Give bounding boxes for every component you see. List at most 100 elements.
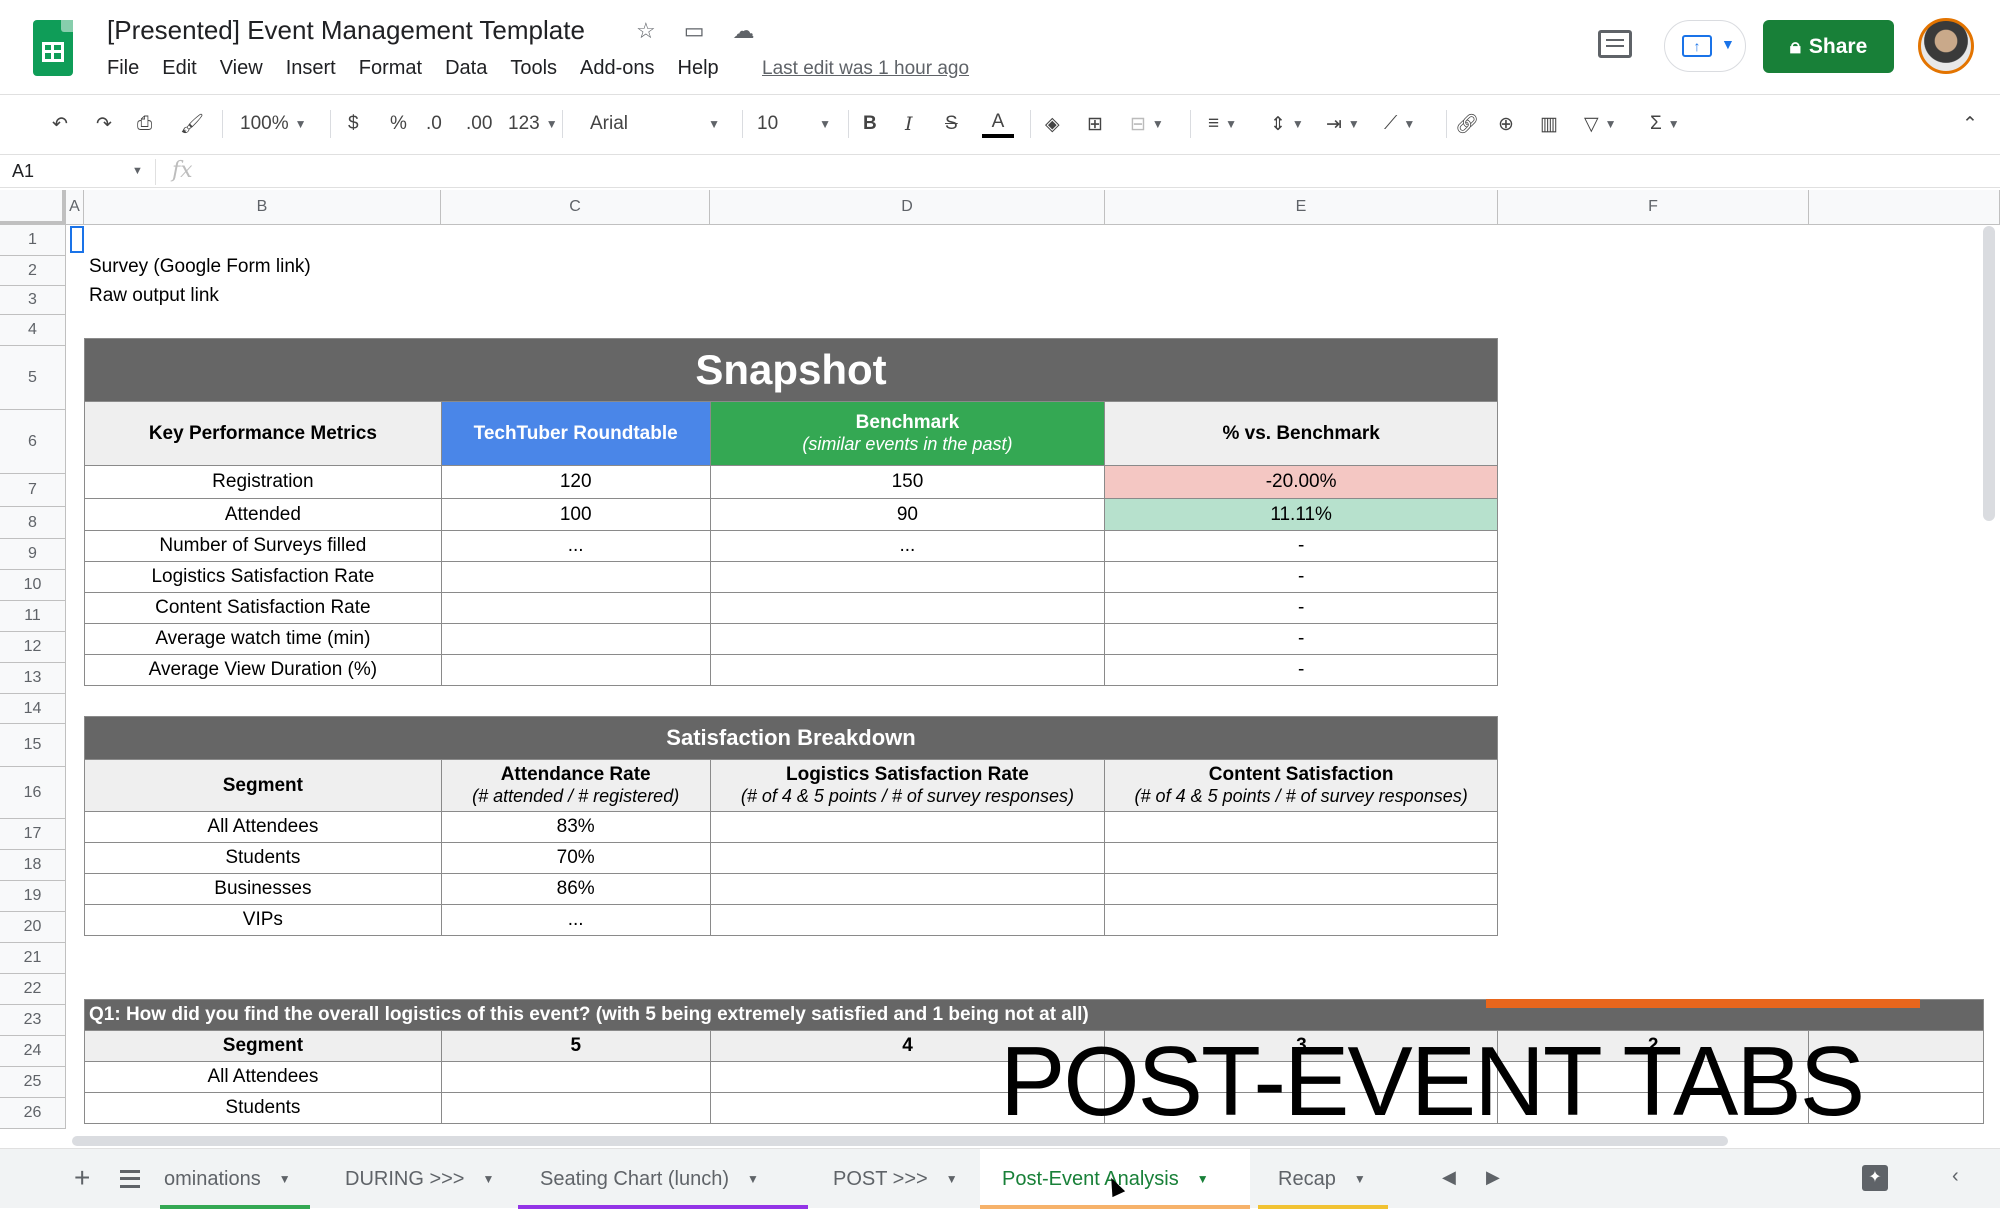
add-sheet-icon[interactable]: + bbox=[74, 1162, 90, 1194]
present-button[interactable]: ↑ ▼ bbox=[1664, 20, 1746, 72]
pct-cell[interactable]: - bbox=[1104, 592, 1498, 624]
metric-cell[interactable]: Content Satisfaction Rate bbox=[84, 592, 442, 624]
logistics-cell[interactable] bbox=[709, 811, 1106, 843]
pct-cell[interactable]: -20.00% bbox=[1104, 465, 1498, 499]
horizontal-align-icon[interactable]: ≡ ▼ bbox=[1208, 110, 1237, 138]
share-button[interactable]: 🔒︎ Share bbox=[1763, 20, 1894, 73]
percent-format-button[interactable]: % bbox=[390, 110, 407, 138]
benchmark-cell[interactable] bbox=[709, 561, 1106, 593]
cloud-status-icon[interactable]: ☁ bbox=[733, 18, 755, 44]
select-all-corner[interactable] bbox=[0, 190, 66, 225]
metric-cell[interactable]: Average watch time (min) bbox=[84, 623, 442, 655]
insert-chart-icon[interactable]: ▥ bbox=[1540, 110, 1558, 138]
explore-icon[interactable]: ✦ bbox=[1862, 1165, 1888, 1191]
selected-cell-a1[interactable] bbox=[70, 226, 84, 253]
zoom-select[interactable]: 100% ▼ bbox=[240, 110, 307, 138]
text-color-button[interactable]: A bbox=[982, 110, 1014, 138]
value-cell[interactable] bbox=[440, 1092, 711, 1124]
row-header[interactable]: 18 bbox=[0, 850, 66, 881]
content-cell[interactable] bbox=[1104, 842, 1498, 874]
cell-b2[interactable]: Survey (Google Form link) bbox=[89, 256, 311, 278]
row-header[interactable]: 22 bbox=[0, 974, 66, 1005]
bold-button[interactable]: B bbox=[863, 110, 877, 138]
increase-decimal-button[interactable]: .00 bbox=[466, 110, 492, 138]
event-cell[interactable] bbox=[440, 623, 711, 655]
move-folder-icon[interactable]: ▭ bbox=[684, 18, 705, 44]
row-header[interactable]: 3 bbox=[0, 286, 66, 315]
scroll-tabs-right-icon[interactable]: ▶ bbox=[1486, 1167, 1500, 1188]
segment-cell[interactable]: VIPs bbox=[84, 904, 442, 936]
menu-edit[interactable]: Edit bbox=[162, 57, 196, 80]
menu-insert[interactable]: Insert bbox=[286, 57, 336, 80]
font-size-select[interactable]: 10 ▼ bbox=[757, 110, 831, 138]
tab-seating-chart[interactable]: Seating Chart (lunch) ▼ bbox=[518, 1149, 808, 1209]
metric-cell[interactable]: Attended bbox=[84, 498, 442, 531]
logistics-cell[interactable] bbox=[709, 904, 1106, 936]
column-header-c[interactable]: C bbox=[441, 190, 710, 225]
column-header-d[interactable]: D bbox=[710, 190, 1105, 225]
menu-tools[interactable]: Tools bbox=[510, 57, 557, 80]
tab-post[interactable]: POST >>> ▼ bbox=[815, 1149, 975, 1209]
segment-cell[interactable]: Students bbox=[84, 1092, 442, 1124]
row-header[interactable]: 19 bbox=[0, 881, 66, 912]
insert-comment-icon[interactable]: ⊕ bbox=[1498, 110, 1514, 138]
row-header[interactable]: 24 bbox=[0, 1036, 66, 1067]
row-header[interactable]: 11 bbox=[0, 601, 66, 632]
pct-cell[interactable]: - bbox=[1104, 530, 1498, 562]
comment-history-icon[interactable] bbox=[1598, 30, 1632, 58]
pct-cell[interactable]: - bbox=[1104, 623, 1498, 655]
scroll-tabs-left-icon[interactable]: ◀ bbox=[1442, 1167, 1456, 1188]
row-header[interactable]: 9 bbox=[0, 539, 66, 570]
column-header-e[interactable]: E bbox=[1105, 190, 1498, 225]
benchmark-cell[interactable]: 150 bbox=[709, 465, 1106, 499]
row-header[interactable]: 6 bbox=[0, 410, 66, 474]
currency-format-button[interactable]: $ bbox=[348, 110, 359, 138]
metric-cell[interactable]: Logistics Satisfaction Rate bbox=[84, 561, 442, 593]
tab-nominations[interactable]: ominations ▼ bbox=[160, 1149, 310, 1209]
row-header[interactable]: 7 bbox=[0, 474, 66, 507]
row-header[interactable]: 8 bbox=[0, 507, 66, 539]
value-cell[interactable] bbox=[440, 1061, 711, 1093]
menu-file[interactable]: File bbox=[107, 57, 139, 80]
metric-cell[interactable]: Number of Surveys filled bbox=[84, 530, 442, 562]
metric-cell[interactable]: Average View Duration (%) bbox=[84, 654, 442, 686]
menu-view[interactable]: View bbox=[220, 57, 263, 80]
pct-cell[interactable]: - bbox=[1104, 561, 1498, 593]
column-header-b[interactable]: B bbox=[84, 190, 441, 225]
tab-during[interactable]: DURING >>> ▼ bbox=[330, 1149, 510, 1209]
row-header[interactable]: 13 bbox=[0, 663, 66, 694]
row-header[interactable]: 23 bbox=[0, 1005, 66, 1036]
menu-addons[interactable]: Add-ons bbox=[580, 57, 655, 80]
more-formats-button[interactable]: 123 ▼ bbox=[508, 110, 558, 138]
attendance-cell[interactable]: 86% bbox=[440, 873, 711, 905]
pct-cell[interactable]: 11.11% bbox=[1104, 498, 1498, 531]
borders-icon[interactable]: ⊞ bbox=[1087, 110, 1103, 138]
event-cell[interactable] bbox=[440, 561, 711, 593]
italic-button[interactable]: I bbox=[905, 110, 913, 138]
benchmark-cell[interactable] bbox=[709, 623, 1106, 655]
horizontal-scrollbar[interactable] bbox=[72, 1136, 1728, 1146]
metric-cell[interactable]: Registration bbox=[84, 465, 442, 499]
benchmark-cell[interactable] bbox=[709, 592, 1106, 624]
event-cell[interactable]: ... bbox=[440, 530, 711, 562]
row-header[interactable]: 15 bbox=[0, 724, 66, 767]
attendance-cell[interactable]: 83% bbox=[440, 811, 711, 843]
benchmark-cell[interactable] bbox=[709, 654, 1106, 686]
benchmark-cell[interactable]: ... bbox=[709, 530, 1106, 562]
functions-icon[interactable]: Σ ▼ bbox=[1650, 110, 1680, 138]
attendance-cell[interactable]: 70% bbox=[440, 842, 711, 874]
star-icon[interactable]: ☆ bbox=[636, 18, 656, 44]
content-cell[interactable] bbox=[1104, 811, 1498, 843]
column-header-g[interactable] bbox=[1809, 190, 2000, 225]
row-header[interactable]: 10 bbox=[0, 570, 66, 601]
segment-cell[interactable]: All Attendees bbox=[84, 1061, 442, 1093]
font-select[interactable]: Arial ▼ bbox=[590, 110, 720, 138]
fill-color-icon[interactable]: ◈ bbox=[1045, 110, 1060, 138]
text-rotation-icon[interactable]: ⟋ ▼ bbox=[1384, 110, 1415, 138]
vertical-align-icon[interactable]: ⇕ ▼ bbox=[1270, 110, 1304, 138]
row-header[interactable]: 26 bbox=[0, 1098, 66, 1129]
row-header[interactable]: 14 bbox=[0, 694, 66, 724]
row-header[interactable]: 21 bbox=[0, 943, 66, 974]
row-header[interactable]: 12 bbox=[0, 632, 66, 663]
event-cell[interactable] bbox=[440, 654, 711, 686]
